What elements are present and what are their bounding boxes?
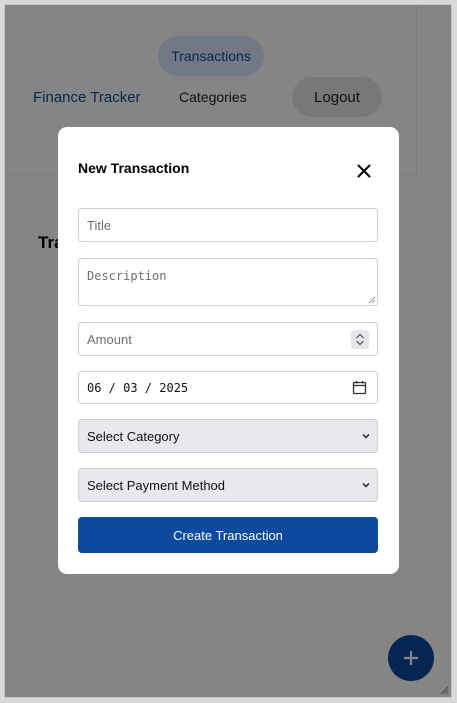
amount-input[interactable]: Amount xyxy=(78,322,378,356)
payment-method-select[interactable]: Select Payment Method xyxy=(78,468,378,502)
description-textarea[interactable]: Description xyxy=(78,258,378,306)
create-transaction-button[interactable]: Create Transaction xyxy=(78,517,378,553)
new-transaction-modal: New Transaction Title Description Amount xyxy=(58,127,399,574)
chevron-down-icon xyxy=(362,482,370,488)
modal-title: New Transaction xyxy=(78,160,190,176)
close-button[interactable] xyxy=(353,160,375,182)
browser-viewport: Transactions Finance Tracker Categories … xyxy=(4,4,452,698)
amount-stepper[interactable] xyxy=(351,330,369,349)
category-selected-value: Select Category xyxy=(87,428,180,444)
payment-selected-value: Select Payment Method xyxy=(87,477,226,493)
title-placeholder: Title xyxy=(87,217,112,233)
title-input[interactable]: Title xyxy=(78,208,378,242)
date-value: 06 / 03 / 2025 xyxy=(87,380,189,395)
description-placeholder: Description xyxy=(87,269,167,283)
stepper-arrows-icon xyxy=(356,333,364,346)
category-select[interactable]: Select Category xyxy=(78,419,378,453)
date-input[interactable]: 06 / 03 / 2025 xyxy=(78,371,378,404)
calendar-icon[interactable] xyxy=(352,380,367,395)
textarea-resize-icon[interactable] xyxy=(368,296,376,304)
chevron-down-icon xyxy=(362,433,370,439)
close-icon xyxy=(357,164,371,178)
amount-placeholder: Amount xyxy=(87,331,132,347)
